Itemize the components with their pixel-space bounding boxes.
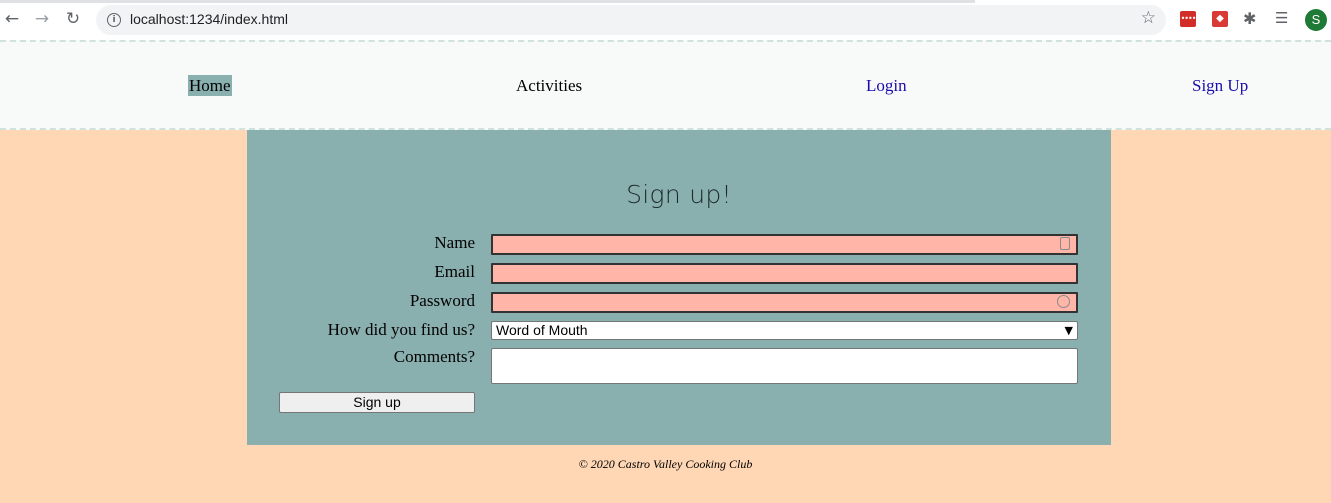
nav-login[interactable]: Login xyxy=(866,75,907,96)
footer-copyright: © 2020 Castro Valley Cooking Club xyxy=(578,457,753,471)
tab-strip-line xyxy=(0,0,975,3)
address-bar[interactable]: i localhost:1234/index.html ☆ xyxy=(96,5,1166,35)
reload-icon[interactable]: ↻ xyxy=(63,9,83,29)
site-header: Home Activities Login Sign Up xyxy=(0,40,1331,130)
source-selected-value: Word of Mouth xyxy=(496,322,588,338)
page-title: Sign up! xyxy=(626,180,732,209)
key-icon[interactable] xyxy=(1057,295,1070,308)
back-arrow-icon[interactable]: ← xyxy=(2,9,22,29)
nav-activities[interactable]: Activities xyxy=(516,75,582,96)
nav-signup[interactable]: Sign Up xyxy=(1192,75,1248,96)
lastpass-icon[interactable]: •••• xyxy=(1180,11,1196,27)
url-text[interactable]: localhost:1234/index.html xyxy=(130,11,288,27)
browser-toolbar: ← → ↻ i localhost:1234/index.html ☆ ••••… xyxy=(0,0,1331,40)
info-icon[interactable]: i xyxy=(107,13,121,27)
email-label: Email xyxy=(434,262,475,281)
media-queue-icon[interactable]: ☰ xyxy=(1275,9,1291,27)
password-field[interactable] xyxy=(491,292,1078,313)
password-label: Password xyxy=(409,291,475,310)
star-icon[interactable]: ☆ xyxy=(1141,8,1156,28)
signup-submit-button[interactable]: Sign up xyxy=(279,392,475,413)
email-field[interactable] xyxy=(491,263,1078,284)
name-field[interactable] xyxy=(491,234,1078,255)
puzzle-icon[interactable]: ✱ xyxy=(1243,9,1259,28)
profile-avatar[interactable]: S xyxy=(1305,9,1327,31)
forward-arrow-icon[interactable]: → xyxy=(32,9,52,29)
chevron-down-icon: ▼ xyxy=(1064,324,1073,337)
comments-label: Comments? xyxy=(393,347,475,366)
signup-panel: Sign up! Name Email Password How did you… xyxy=(247,130,1111,445)
contact-card-icon[interactable] xyxy=(1060,237,1070,250)
name-label: Name xyxy=(434,233,475,252)
source-select[interactable]: Word of Mouth ▼ xyxy=(491,321,1078,340)
nav-home[interactable]: Home xyxy=(188,75,232,96)
comments-textarea[interactable] xyxy=(491,348,1078,384)
extension-red-icon[interactable]: ◆ xyxy=(1212,11,1228,27)
source-label: How did you find us? xyxy=(327,320,475,339)
